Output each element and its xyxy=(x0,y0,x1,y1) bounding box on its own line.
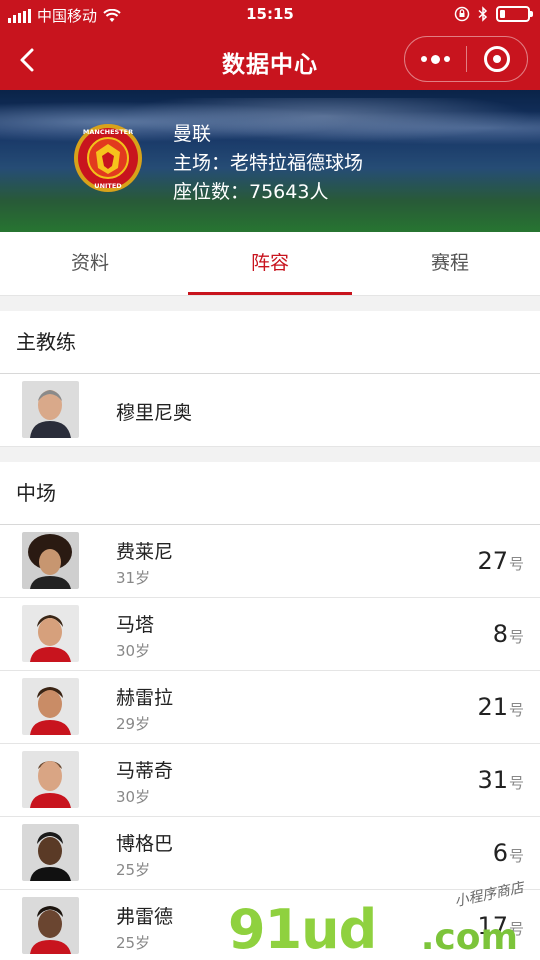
logo-text-top: MANCHESTER xyxy=(83,128,133,136)
battery-icon xyxy=(496,6,533,22)
section-title-midfield: 中场 xyxy=(0,462,540,525)
player-age: 31岁 xyxy=(116,569,151,587)
player-name: 弗雷德 xyxy=(116,906,174,928)
player-number: 31号 xyxy=(477,766,524,794)
site-watermark: 91ud .com 小程序商店 xyxy=(228,880,528,960)
player-row[interactable]: 赫雷拉 29岁 21号 xyxy=(0,671,540,744)
player-number: 21号 xyxy=(477,693,524,721)
mini-program-capsule xyxy=(404,36,528,82)
team-banner: MANCHESTER UNITED 曼联 主场：老特拉福德球场 座位数：7564… xyxy=(0,90,540,232)
player-name: 马蒂奇 xyxy=(116,760,174,782)
player-avatar xyxy=(22,751,79,808)
player-name: 马塔 xyxy=(116,614,155,636)
player-age: 29岁 xyxy=(116,715,151,733)
more-dots-icon xyxy=(420,54,450,64)
player-age: 30岁 xyxy=(116,642,151,660)
battery-fill xyxy=(500,10,505,18)
midfield-section: 中场 费莱尼 31岁 27号 马塔 30岁 8号 赫雷拉 29岁 21号 马蒂奇… xyxy=(0,462,540,960)
player-number: 8号 xyxy=(492,620,524,648)
player-name: 费莱尼 xyxy=(116,541,174,563)
nav-bar: 数据中心 xyxy=(0,30,540,90)
tab-bar: 资料 阵容 赛程 xyxy=(0,232,540,296)
section-title-coach: 主教练 xyxy=(0,311,540,374)
player-avatar xyxy=(22,897,79,954)
player-number: 6号 xyxy=(492,839,524,867)
orientation-lock-icon xyxy=(454,6,470,22)
player-row[interactable]: 马塔 30岁 8号 xyxy=(0,598,540,671)
team-info: 曼联 主场：老特拉福德球场 座位数：75643人 xyxy=(173,120,363,207)
player-name: 赫雷拉 xyxy=(116,687,174,709)
player-avatar xyxy=(22,605,79,662)
watermark-main: 91ud xyxy=(228,898,377,960)
player-row[interactable]: 博格巴 25岁 6号 xyxy=(0,817,540,890)
close-button[interactable] xyxy=(467,37,528,81)
more-button[interactable] xyxy=(405,37,466,81)
close-target-icon xyxy=(483,46,510,72)
status-right xyxy=(454,6,533,22)
coach-section: 主教练 穆里尼奥 xyxy=(0,311,540,447)
player-avatar xyxy=(22,824,79,881)
coach-name: 穆里尼奥 xyxy=(116,402,193,424)
player-number: 27号 xyxy=(477,547,524,575)
team-stadium: 主场：老特拉福德球场 xyxy=(173,152,364,174)
team-capacity: 座位数：75643人 xyxy=(173,181,329,203)
player-age: 25岁 xyxy=(116,861,151,879)
player-avatar xyxy=(22,532,79,589)
coach-avatar xyxy=(22,381,79,438)
logo-text-bottom: UNITED xyxy=(94,182,122,190)
player-age: 25岁 xyxy=(116,934,151,952)
tab-lineup[interactable]: 阵容 xyxy=(180,232,360,295)
player-name: 博格巴 xyxy=(116,833,174,855)
bluetooth-icon xyxy=(478,6,488,22)
player-row[interactable]: 费莱尼 31岁 27号 xyxy=(0,525,540,598)
watermark-com: .com xyxy=(420,917,518,958)
team-name: 曼联 xyxy=(173,123,212,145)
player-row[interactable]: 马蒂奇 30岁 31号 xyxy=(0,744,540,817)
coach-row[interactable]: 穆里尼奥 xyxy=(0,374,540,447)
tab-info[interactable]: 资料 xyxy=(0,232,180,295)
club-logo-icon: MANCHESTER UNITED xyxy=(74,124,142,192)
player-age: 30岁 xyxy=(116,788,151,806)
tab-schedule[interactable]: 赛程 xyxy=(360,232,540,295)
player-row[interactable]: 弗雷德 25岁 17号 91ud .com 小程序商店 xyxy=(0,880,540,960)
player-avatar xyxy=(22,678,79,735)
status-bar: 中国移动 15:15 xyxy=(0,0,540,30)
